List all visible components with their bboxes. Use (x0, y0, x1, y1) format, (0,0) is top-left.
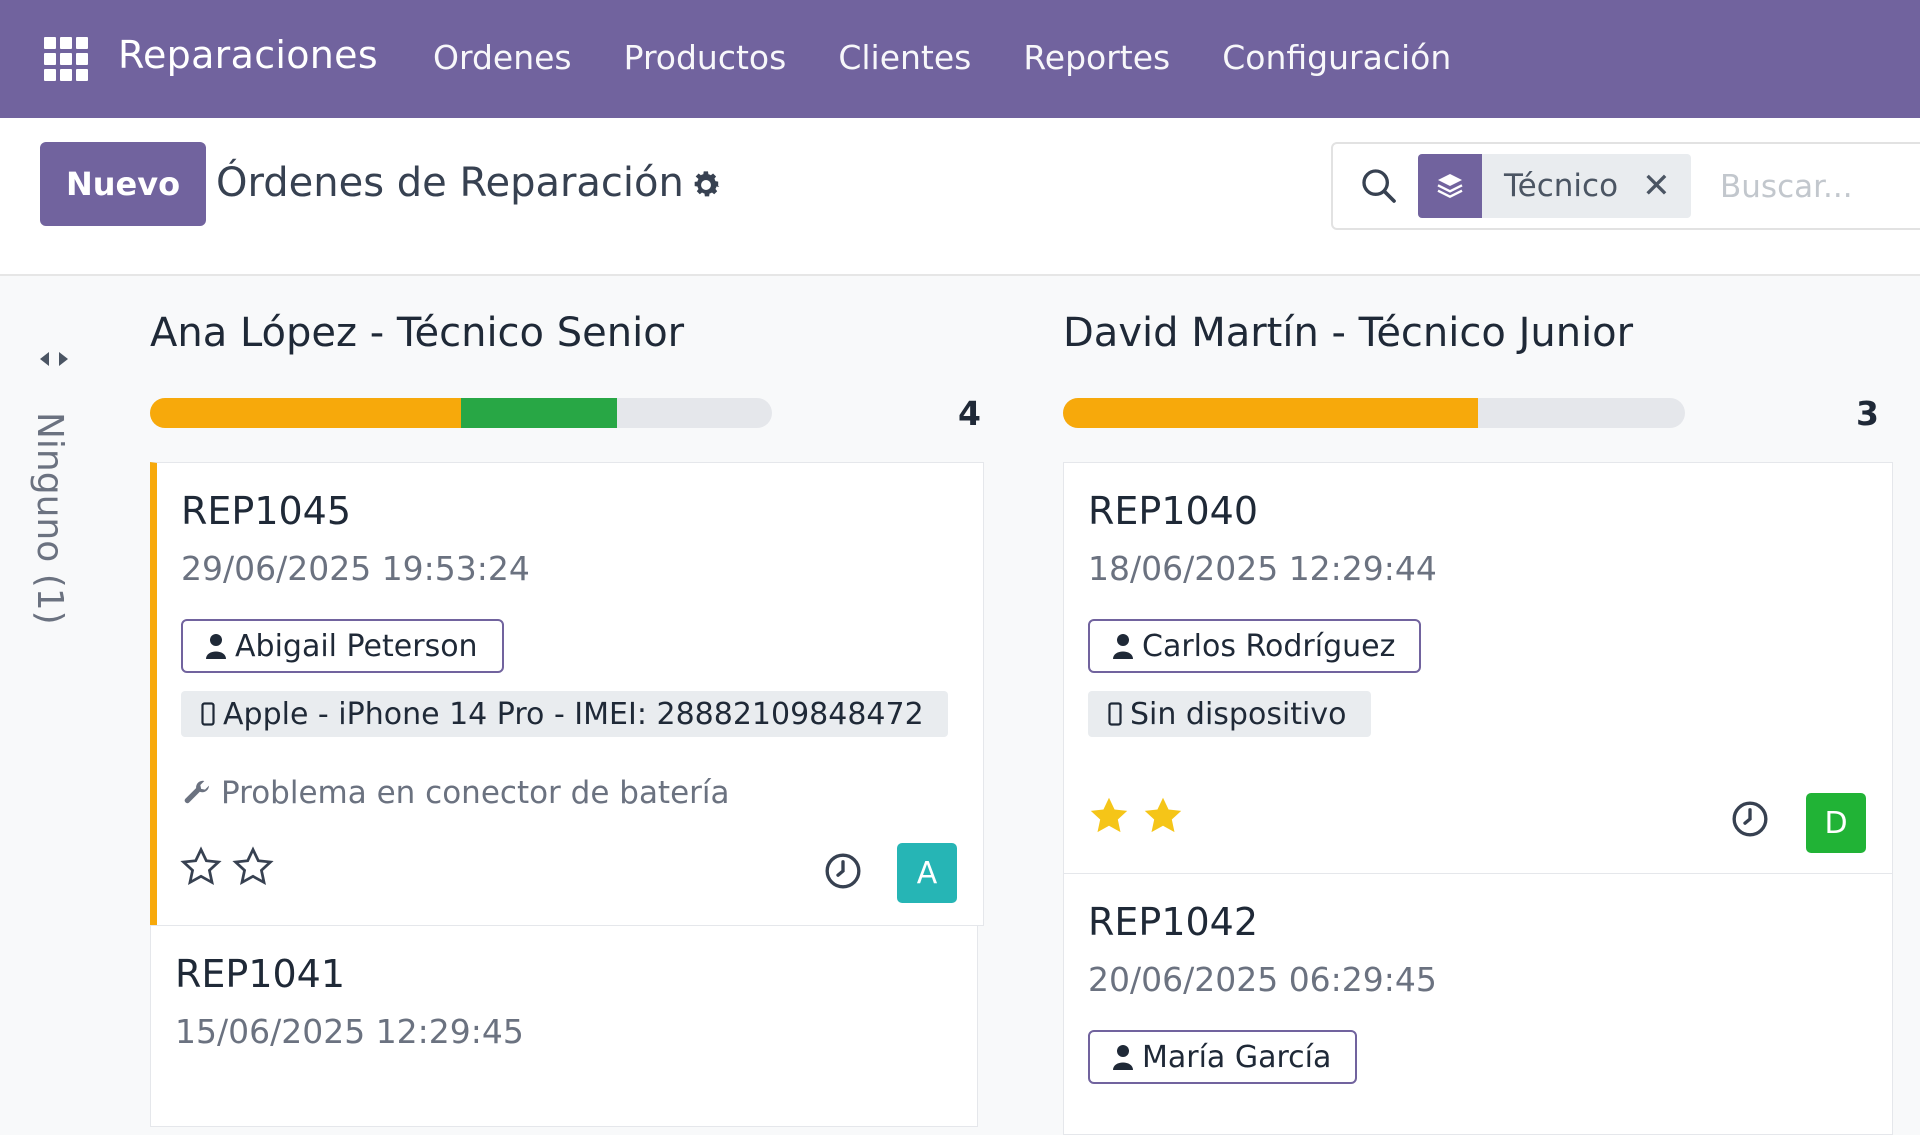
problem-text: Problema en conector de batería (221, 775, 730, 811)
star-empty-icon[interactable] (231, 845, 275, 889)
search-box: Técnico ✕ (1331, 142, 1920, 230)
new-button[interactable]: Nuevo (40, 142, 206, 226)
page-title: Órdenes de Reparación (216, 160, 684, 206)
person-icon (1113, 634, 1133, 659)
column-count: 4 (958, 394, 981, 433)
device-tag: Sin dispositivo (1088, 691, 1371, 737)
customer-tag[interactable]: Abigail Peterson (181, 619, 504, 673)
column-title: Ana López - Técnico Senior (150, 310, 685, 356)
card-date: 18/06/2025 12:29:44 (1088, 549, 1437, 588)
priority-stars[interactable] (179, 845, 275, 889)
card-reference: REP1040 (1088, 489, 1259, 533)
column-progress-bar[interactable] (150, 398, 772, 428)
menu-item-ordenes[interactable]: Ordenes (433, 38, 572, 77)
menu-item-configuracion[interactable]: Configuración (1222, 38, 1451, 77)
clock-icon[interactable] (823, 851, 863, 891)
menu-item-reportes[interactable]: Reportes (1023, 38, 1170, 77)
device-tag: Apple - iPhone 14 Pro - IMEI: 2888210984… (181, 691, 948, 737)
star-filled-icon[interactable] (1086, 793, 1132, 839)
clock-icon[interactable] (1730, 799, 1770, 839)
close-icon[interactable]: ✕ (1642, 166, 1671, 206)
avatar[interactable]: A (897, 843, 957, 903)
card-date: 15/06/2025 12:29:45 (175, 1012, 524, 1051)
search-facet: Técnico ✕ (1418, 154, 1691, 218)
kanban-card[interactable]: REP1041 15/06/2025 12:29:45 (150, 925, 978, 1127)
card-reference: REP1041 (175, 952, 346, 996)
progress-segment-orange[interactable] (150, 398, 461, 428)
person-icon (206, 634, 226, 659)
customer-tag[interactable]: Carlos Rodríguez (1088, 619, 1422, 673)
menu-item-productos[interactable]: Productos (624, 38, 787, 77)
card-reference: REP1045 (181, 489, 352, 533)
top-navbar: Reparaciones Ordenes Productos Clientes … (0, 0, 1920, 118)
star-empty-icon[interactable] (179, 845, 223, 889)
kanban-column: David Martín - Técnico Junior 3 (1063, 310, 1893, 433)
expand-arrows-icon[interactable] (38, 349, 70, 369)
avatar[interactable]: D (1806, 793, 1866, 853)
kanban-card[interactable]: REP1042 20/06/2025 06:29:45 María García (1063, 873, 1893, 1135)
mobile-icon (201, 702, 215, 726)
column-title: David Martín - Técnico Junior (1063, 310, 1634, 356)
facet-label: Técnico ✕ (1482, 154, 1691, 218)
folded-group-label: Ninguno (1) (29, 412, 70, 625)
customer-name: Carlos Rodríguez (1142, 628, 1396, 664)
control-panel: Nuevo Órdenes de Reparación Técnico ✕ (0, 118, 1920, 276)
app-brand[interactable]: Reparaciones (118, 33, 378, 77)
gear-icon[interactable] (689, 168, 723, 202)
customer-tag[interactable]: María García (1088, 1030, 1358, 1084)
kanban-card[interactable]: REP1045 29/06/2025 19:53:24 Abigail Pete… (150, 462, 984, 926)
star-filled-icon[interactable] (1140, 793, 1186, 839)
mobile-icon (1108, 702, 1122, 726)
priority-stars[interactable] (1086, 793, 1186, 839)
menu-item-clientes[interactable]: Clientes (838, 38, 971, 77)
search-icon[interactable] (1359, 166, 1399, 206)
apps-menu-icon[interactable] (44, 37, 88, 81)
column-count: 3 (1856, 394, 1879, 433)
main-menu: Ordenes Productos Clientes Reportes Conf… (433, 38, 1503, 77)
device-name: Sin dispositivo (1130, 696, 1347, 732)
kanban-card[interactable]: REP1040 18/06/2025 12:29:44 Carlos Rodrí… (1063, 462, 1893, 874)
wrench-icon (184, 780, 209, 804)
progress-segment-green[interactable] (461, 398, 617, 428)
progress-segment-orange[interactable] (1063, 398, 1478, 428)
search-input[interactable] (1718, 158, 1920, 216)
facet-text: Técnico (1504, 168, 1619, 204)
customer-name: María García (1142, 1039, 1332, 1075)
card-date: 20/06/2025 06:29:45 (1088, 960, 1437, 999)
layers-icon (1418, 154, 1482, 218)
customer-name: Abigail Peterson (235, 628, 478, 664)
column-progress-bar[interactable] (1063, 398, 1685, 428)
card-reference: REP1042 (1088, 900, 1259, 944)
person-icon (1113, 1045, 1133, 1070)
kanban-column: Ana López - Técnico Senior 4 (150, 310, 981, 433)
card-date: 29/06/2025 19:53:24 (181, 549, 530, 588)
device-name: Apple - iPhone 14 Pro - IMEI: 2888210984… (223, 696, 924, 732)
problem-line: Problema en conector de batería (181, 775, 730, 811)
